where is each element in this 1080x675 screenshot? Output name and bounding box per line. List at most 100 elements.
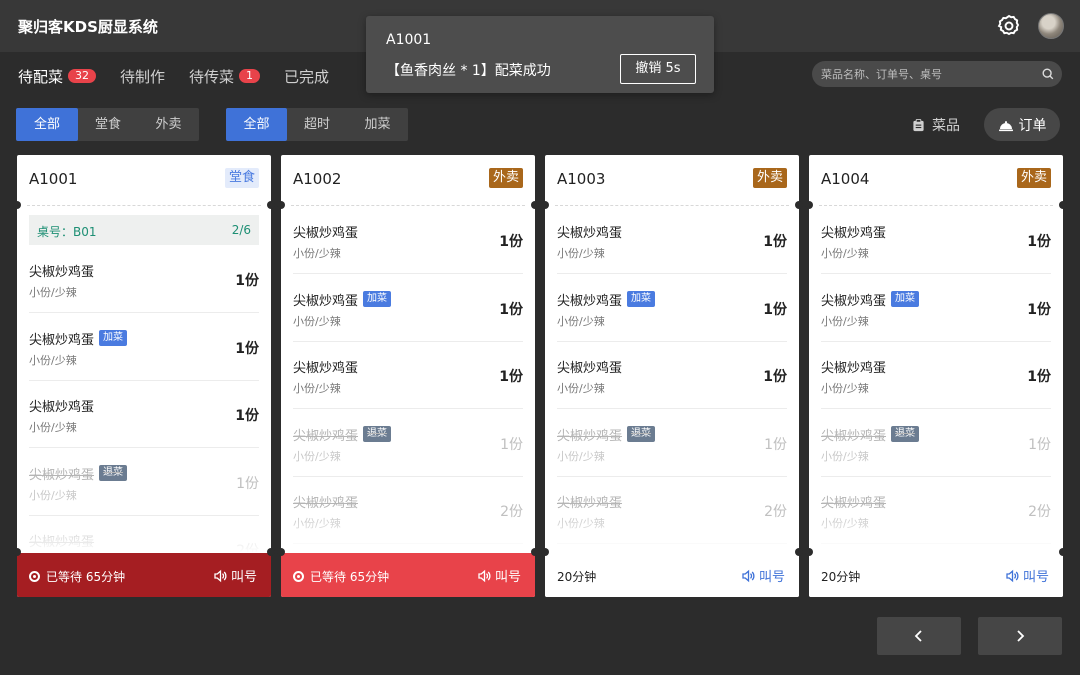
dish-name-line: 尖椒炒鸡蛋	[557, 492, 622, 511]
dish-list[interactable]: 尖椒炒鸡蛋 小份/少辣 1份 尖椒炒鸡蛋 加菜 小份/少辣 1份 尖椒炒鸡蛋 小…	[281, 207, 535, 552]
next-page-button[interactable]	[978, 617, 1062, 655]
dish-row[interactable]: 尖椒炒鸡蛋 加菜 小份/少辣 1份	[293, 275, 523, 342]
dish-spec: 小份/少辣	[821, 382, 869, 395]
dish-row[interactable]: 尖椒炒鸡蛋 退菜 小份/少辣 1份	[557, 410, 787, 477]
dish-row[interactable]: 尖椒炒鸡蛋 退菜 小份/少辣 1份	[293, 410, 523, 477]
card-notch	[805, 548, 813, 556]
dish-name: 尖椒炒鸡蛋	[293, 226, 359, 241]
tab-to-serve[interactable]: 待传菜 1	[189, 65, 261, 87]
order-card-footer: 已等待 65分钟 叫号	[281, 553, 535, 597]
filter-status-all[interactable]: 全部	[226, 108, 287, 141]
dashed-divider	[291, 205, 525, 206]
view-by-dish-button[interactable]: 菜品	[912, 110, 960, 140]
dish-row[interactable]: 尖椒炒鸡蛋 加菜 小份/少辣 1份	[29, 314, 259, 381]
order-card[interactable]: A1002 外卖 尖椒炒鸡蛋 小份/少辣 1份 尖椒炒鸡蛋 加菜 小份/少辣 1…	[281, 155, 535, 597]
call-number-label: 叫号	[494, 570, 521, 585]
call-number-button[interactable]: 叫号	[741, 566, 785, 585]
dish-list[interactable]: 尖椒炒鸡蛋 小份/少辣 1份 尖椒炒鸡蛋 加菜 小份/少辣 1份 尖椒炒鸡蛋 小…	[545, 207, 799, 552]
dish-spec: 小份/少辣	[293, 314, 341, 328]
filter-channel-all[interactable]: 全部	[16, 108, 78, 141]
dish-status-tag: 退菜	[363, 426, 392, 442]
dish-quantity: 1份	[764, 436, 787, 453]
dish-name: 尖椒炒鸡蛋	[557, 293, 623, 309]
dish-row[interactable]: 尖椒炒鸡蛋 加菜 小份/少辣 1份	[821, 275, 1051, 342]
dish-name: 尖椒炒鸡蛋	[557, 226, 623, 241]
dish-spec: 小份/少辣	[557, 449, 605, 463]
wait-time: 20分钟	[557, 568, 596, 585]
search-box	[812, 61, 1062, 87]
search-input[interactable]	[821, 65, 1036, 83]
toast-message: 【鱼香肉丝 * 1】配菜成功	[386, 63, 551, 79]
dish-name-line: 尖椒炒鸡蛋 加菜	[293, 290, 392, 309]
record-dot-icon	[29, 571, 40, 582]
order-card-header: A1003 外卖	[545, 155, 799, 205]
count-badge: 1	[239, 69, 261, 83]
dish-row[interactable]: 尖椒炒鸡蛋 小份/少辣 1份	[557, 342, 787, 409]
user-avatar[interactable]	[1038, 13, 1064, 39]
call-number-button[interactable]: 叫号	[477, 566, 521, 585]
wait-time-text: 20分钟	[557, 570, 597, 584]
dish-quantity: 1份	[763, 301, 787, 318]
dish-row[interactable]: 尖椒炒鸡蛋 小份/少辣 1份	[29, 381, 259, 448]
order-type-tag: 堂食	[224, 168, 259, 188]
dish-quantity: 1份	[1027, 301, 1051, 318]
dish-name: 尖椒炒鸡蛋	[557, 428, 623, 444]
undo-button[interactable]: 撤销 5s	[620, 54, 696, 84]
gear-icon[interactable]	[996, 13, 1022, 39]
order-card[interactable]: A1001 堂食 桌号：B01 2/6 尖椒炒鸡蛋 小份/少辣 1份 尖椒炒鸡蛋…	[17, 155, 271, 597]
view-by-order-button[interactable]: 订单	[984, 108, 1060, 141]
card-notch	[13, 201, 21, 209]
dish-name: 尖椒炒鸡蛋	[821, 496, 887, 511]
search-icon[interactable]	[1041, 67, 1055, 81]
dish-row[interactable]: 尖椒炒鸡蛋 小份/少辣 1份	[557, 207, 787, 274]
dish-progress: 2/6	[231, 223, 251, 237]
dish-status-tag: 加菜	[363, 291, 392, 307]
tab-label: 已完成	[284, 67, 330, 86]
filter-channel-dinein[interactable]: 堂食	[78, 108, 138, 141]
dish-name-line: 尖椒炒鸡蛋 加菜	[557, 290, 656, 309]
order-card[interactable]: A1004 外卖 尖椒炒鸡蛋 小份/少辣 1份 尖椒炒鸡蛋 加菜 小份/少辣 1…	[809, 155, 1063, 597]
call-number-button[interactable]: 叫号	[1005, 566, 1049, 585]
dish-spec: 小份/少辣	[29, 286, 77, 299]
order-card-footer: 已等待 65分钟 叫号	[17, 553, 271, 597]
order-type-tag: 外卖	[752, 168, 787, 188]
dish-spec: 小份/少辣	[821, 247, 869, 260]
dish-row[interactable]: 尖椒炒鸡蛋 退菜 小份/少辣 1份	[29, 449, 259, 516]
dish-row[interactable]: 尖椒炒鸡蛋 小份/少辣 1份	[821, 207, 1051, 274]
dish-list[interactable]: 桌号：B01 2/6 尖椒炒鸡蛋 小份/少辣 1份 尖椒炒鸡蛋 加菜 小份/少辣…	[17, 207, 271, 552]
filter-status-overtime[interactable]: 超时	[287, 108, 347, 141]
dish-name-line: 尖椒炒鸡蛋	[557, 222, 622, 241]
tab-to-cook[interactable]: 待制作	[120, 65, 165, 87]
app-title: 聚归客KDS厨显系统	[18, 18, 158, 36]
dish-name-line: 尖椒炒鸡蛋 加菜	[821, 290, 920, 309]
dish-name-line: 尖椒炒鸡蛋 退菜	[557, 425, 656, 444]
dish-row[interactable]: 尖椒炒鸡蛋 小份/少辣 1份	[293, 342, 523, 409]
speaker-icon	[742, 569, 755, 582]
tab-completed[interactable]: 已完成	[284, 65, 329, 87]
channel-filter: 全部 堂食 外卖	[16, 108, 199, 141]
dish-row[interactable]: 尖椒炒鸡蛋 小份/少辣 1份	[29, 246, 259, 313]
tab-label: 待传菜	[189, 67, 235, 86]
dish-quantity: 1份	[235, 273, 259, 289]
dish-list[interactable]: 尖椒炒鸡蛋 小份/少辣 1份 尖椒炒鸡蛋 加菜 小份/少辣 1份 尖椒炒鸡蛋 小…	[809, 207, 1063, 552]
dish-row[interactable]: 尖椒炒鸡蛋 加菜 小份/少辣 1份	[557, 275, 787, 342]
status-tabs: 待配菜 32 待制作 待传菜 1 已完成	[18, 64, 353, 88]
filter-channel-takeout[interactable]: 外卖	[138, 108, 199, 141]
dish-quantity: 1份	[499, 234, 523, 250]
dish-row[interactable]: 尖椒炒鸡蛋 小份/少辣 1份	[821, 342, 1051, 409]
dish-status-tag: 加菜	[627, 291, 656, 307]
dish-spec: 小份/少辣	[293, 382, 341, 395]
filter-status-added[interactable]: 加菜	[347, 108, 408, 141]
dish-quantity: 1份	[763, 369, 787, 385]
tab-to-prepare[interactable]: 待配菜 32	[18, 65, 97, 87]
chevron-right-icon	[1017, 630, 1025, 642]
order-card-header: A1002 外卖	[281, 155, 535, 205]
dish-row[interactable]: 尖椒炒鸡蛋 小份/少辣 1份	[293, 207, 523, 274]
view-by-order-label: 订单	[1018, 117, 1047, 134]
order-type-tag: 外卖	[1016, 168, 1051, 188]
order-card[interactable]: A1003 外卖 尖椒炒鸡蛋 小份/少辣 1份 尖椒炒鸡蛋 加菜 小份/少辣 1…	[545, 155, 799, 597]
dish-row[interactable]: 尖椒炒鸡蛋 退菜 小份/少辣 1份	[821, 410, 1051, 477]
call-number-button[interactable]: 叫号	[213, 566, 257, 585]
prev-page-button[interactable]	[877, 617, 961, 655]
card-notch	[267, 201, 275, 209]
